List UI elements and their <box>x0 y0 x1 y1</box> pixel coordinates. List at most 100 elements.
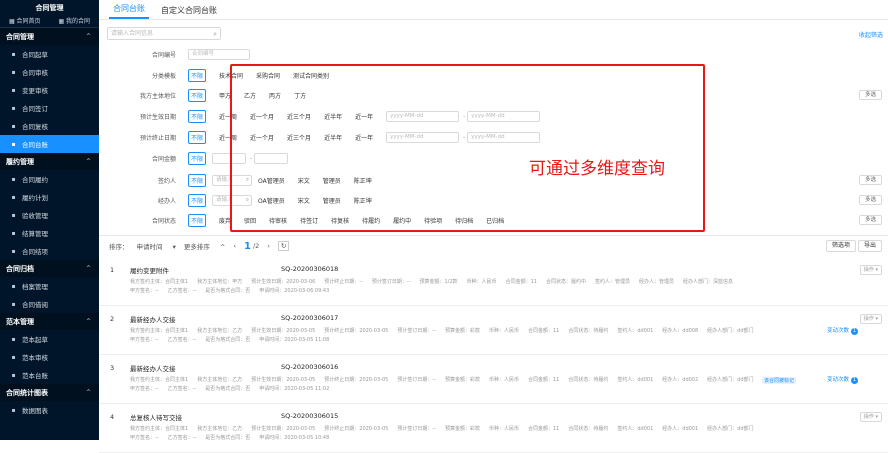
record-field: 预计生效日期：2020-03-05 <box>251 377 316 383</box>
sidebar-item-1-4[interactable]: ▪ 合同结项 <box>0 242 99 260</box>
filter-option[interactable]: 不限 <box>188 88 207 102</box>
record-field: 经办人部门：dd部门 <box>707 426 754 432</box>
record-action-button[interactable]: 操作 ▾ <box>859 314 882 324</box>
sidebar-section-1[interactable]: 履约管理 ^ <box>0 153 99 170</box>
change-count-link[interactable]: 变动次数 1 <box>827 326 858 335</box>
filter-option[interactable]: 不限 <box>188 213 207 227</box>
record-name[interactable]: 总复核人待写交接 <box>130 412 182 422</box>
menu-icon: ▪ <box>11 335 16 343</box>
record-field: 预计生效日期：2020-03-06 <box>251 279 316 285</box>
multi-select-button[interactable]: 多选 <box>858 215 882 225</box>
record-name[interactable]: 履约变更附件 <box>130 265 169 275</box>
contract-no-input[interactable]: 合同编号 <box>188 48 250 60</box>
sort-field-select[interactable]: 申请时间 ▾ <box>137 241 176 251</box>
multi-select-button[interactable]: 多选 <box>858 195 882 205</box>
sidebar-item-0-3[interactable]: ▪ 合同签订 <box>0 99 99 117</box>
more-sort-button[interactable]: 更多排序 ^ <box>184 241 226 251</box>
record-field: 申请时间：2020-03-06 09:43 <box>259 288 330 294</box>
sidebar-item-4-0[interactable]: ▪ 数据图表 <box>0 401 99 419</box>
tab-contract-ledger[interactable]: 合同台账 <box>109 3 149 19</box>
menu-icon: ▪ <box>11 68 16 76</box>
record-field: 乙方签名：-- <box>167 288 197 294</box>
record-action-button[interactable]: 操作 ▾ <box>859 265 882 275</box>
sidebar-section-0[interactable]: 合同管理 ^ <box>0 28 99 45</box>
record-meta-line: 甲方签名：-- 乙方签名：-- 是否为格式合同：否 申请时间：2020-03-05 1… <box>130 385 338 392</box>
sidebar-item-0-1[interactable]: ▪ 合同审核 <box>0 63 99 81</box>
sidebar-header: 合同管理 ▦ 合同首页 ▦ 我的合同 <box>0 0 99 28</box>
sidebar-item-1-1[interactable]: ▪ 履约计划 <box>0 188 99 206</box>
record-field: 合同金额：11 <box>527 377 560 383</box>
filter-option[interactable]: 不限 <box>188 68 207 82</box>
search-icon[interactable]: ⌕ <box>213 29 217 40</box>
record-field: 币种：人民币 <box>488 426 519 432</box>
multi-select-button[interactable]: 多选 <box>858 90 882 100</box>
sidebar-title: 合同管理 <box>35 4 64 12</box>
chevron-up-icon: ^ <box>85 389 91 396</box>
sidebar-item-2-0[interactable]: ▪ 档案管理 <box>0 277 99 295</box>
tab-custom-ledger[interactable]: 自定义合同台账 <box>157 5 221 19</box>
record-field: 经办人：管理员 <box>638 279 674 285</box>
quick-link-home[interactable]: ▦ 合同首页 <box>9 16 41 25</box>
change-count-link[interactable]: 变动次数 1 <box>827 375 858 384</box>
divider <box>99 235 888 236</box>
sidebar-item-1-0[interactable]: ▪ 合同履约 <box>0 170 99 188</box>
filter-option[interactable]: 不限 <box>188 193 207 207</box>
record-field: 是否为格式合同：否 <box>205 435 251 441</box>
sidebar-item-1-2[interactable]: ▪ 验收管理 <box>0 206 99 224</box>
record-meta-line: 我方签约主体：合同主体1 我方主体地位：乙方 预计生效日期：2020-03-05 预计… <box>130 376 763 383</box>
page-current: 1 <box>243 240 251 252</box>
multi-select-button[interactable]: 多选 <box>858 175 882 185</box>
menu-icon: ▪ <box>11 175 16 183</box>
sidebar-item-1-3[interactable]: ▪ 结算管理 <box>0 224 99 242</box>
next-page-icon[interactable]: › <box>267 242 270 250</box>
record-field: 我方签约主体：合同主体1 <box>130 279 189 285</box>
record-meta-line: 我方签约主体：合同主体1 我方主体地位：乙方 预计生效日期：2020-03-05 预计… <box>130 425 763 432</box>
prev-page-icon[interactable]: ‹ <box>233 242 236 250</box>
sidebar-item-0-4[interactable]: ▪ 合同复核 <box>0 117 99 135</box>
record-row[interactable]: 1 履约变更附件 SQ-20200306018 我方签约主体：合同主体1 我方主体… <box>99 257 888 306</box>
record-name[interactable]: 最新经办人交接 <box>130 363 176 373</box>
collapse-filter-link[interactable]: 收起筛选 <box>859 30 883 39</box>
sidebar-item-3-0[interactable]: ▪ 范本起草 <box>0 330 99 348</box>
sidebar-item-0-2[interactable]: ▪ 变更审核 <box>0 81 99 99</box>
export-button[interactable]: 导出 <box>857 240 882 252</box>
highlight-caption: 可通过多维度查询 <box>529 159 665 179</box>
record-field: 币种：人民币 <box>466 279 497 285</box>
filter-options-button[interactable]: 筛选项 <box>825 240 856 252</box>
record-field: 合同状态：待履约 <box>568 377 609 383</box>
record-name[interactable]: 最新经办人交接 <box>130 314 176 324</box>
record-field: 预计终止日期：-- <box>324 279 363 285</box>
sidebar-section-4[interactable]: 合同统计图表 ^ <box>0 384 99 401</box>
filter-option[interactable]: 不限 <box>188 109 207 123</box>
sidebar-item-3-2[interactable]: ▪ 范本台账 <box>0 366 99 384</box>
refresh-icon[interactable]: ↻ <box>277 241 290 251</box>
record-field: 合同金额：11 <box>527 328 560 334</box>
record-meta-line: 甲方签名：-- 乙方签名：-- 是否为格式合同：否 申请时间：2020-03-05 1… <box>130 336 338 343</box>
record-row[interactable]: 3 最新经办人交接 SQ-20200306016 我方签约主体：合同主体1 我方主… <box>99 355 888 404</box>
search-input[interactable]: 请输入合同信息 ⌕ <box>107 27 221 40</box>
record-action-button[interactable]: 操作 ▾ <box>859 412 882 422</box>
record-row[interactable]: 4 总复核人待写交接 SQ-20200306015 我方签约主体：合同主体1 我方… <box>99 404 888 453</box>
record-field: 是否为格式合同：否 <box>205 288 251 294</box>
record-field: 合同状态：待履约 <box>568 328 609 334</box>
sidebar-section-3[interactable]: 范本管理 ^ <box>0 313 99 330</box>
record-field: 我方主体地位：乙方 <box>197 328 243 334</box>
record-field: 预计终止日期：2020-03-05 <box>324 328 389 334</box>
record-row[interactable]: 2 最新经办人交接 SQ-20200306017 我方签约主体：合同主体1 我方主… <box>99 306 888 355</box>
sidebar-item-3-1[interactable]: ▪ 范本审核 <box>0 348 99 366</box>
record-field: 经办人：dd008 <box>662 328 699 334</box>
filter-option[interactable]: 不限 <box>188 151 207 165</box>
tab-bar: 合同台账 自定义合同台账 <box>99 0 888 20</box>
menu-icon: ▪ <box>11 86 16 94</box>
record-field: 我方签约主体：合同主体1 <box>130 328 189 334</box>
sidebar-item-2-1[interactable]: ▪ 合同借阅 <box>0 295 99 313</box>
sidebar-item-0-0[interactable]: ▪ 合同起草 <box>0 45 99 63</box>
filter-option[interactable]: 不限 <box>188 173 207 187</box>
menu-icon: ▪ <box>11 282 16 290</box>
sidebar-section-2[interactable]: 合同归档 ^ <box>0 260 99 277</box>
count-badge: 1 <box>851 328 858 335</box>
filter-contract-no: 合同编号 合同编号 <box>99 47 252 61</box>
sidebar-item-0-5[interactable]: ▪ 合同台账 <box>0 135 99 153</box>
filter-option[interactable]: 不限 <box>188 130 207 144</box>
quick-link-mine[interactable]: ▦ 我的合同 <box>58 16 90 25</box>
